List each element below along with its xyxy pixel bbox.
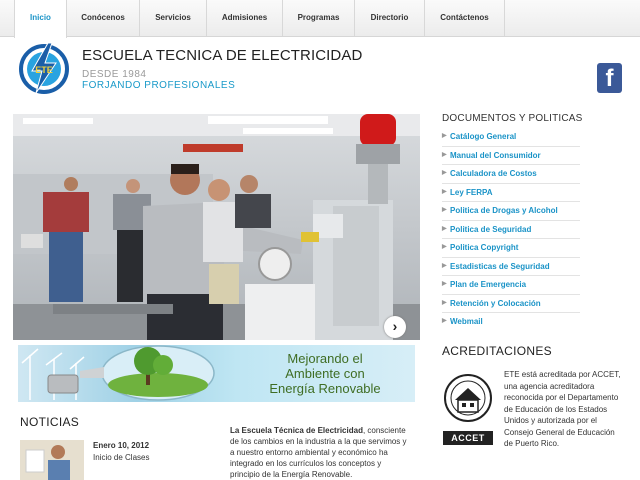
nav-item-conocenos[interactable]: Conócenos [67,0,140,36]
doc-link-label: Calculadora de Costos [450,169,537,178]
arrow-icon: ▶ [442,151,447,158]
doc-link-manual[interactable]: ▶ Manual del Consumidor [442,147,580,165]
facebook-icon[interactable]: f [597,63,622,93]
doc-link-label: Retención y Colocación [450,298,541,308]
school-name: ESCUELA TECNICA DE ELECTRICIDAD [82,47,363,64]
doc-link-estadisticas[interactable]: ▶ Estadisticas de Seguridad [442,258,580,276]
doc-link-label: Politica de Seguridad [450,224,532,234]
doc-link-label: Politica de Drogas y Alcohol [450,206,558,215]
nav-item-inicio[interactable]: Inicio [14,0,67,38]
since-text: DESDE 1984 [82,69,147,80]
chevron-right-icon: › [392,318,398,334]
accet-badge[interactable]: ACCET [443,431,493,445]
nav-item-servicios[interactable]: Servicios [140,0,207,36]
accreditation-text: ETE está acreditada por ACCET, una agenc… [504,370,621,448]
doc-link-emergencia[interactable]: ▶ Plan de Emergencia [442,276,580,295]
arrow-icon: ▶ [442,281,447,287]
news-headline[interactable]: Inicio de Clases [93,453,149,462]
banner-line-2: Ambiente con [285,366,365,381]
news-date: Enero 10, 2012 [93,441,150,450]
lightbulb-icon [21,345,215,401]
doc-link-seguridad[interactable]: ▶ Politica de Seguridad [442,221,580,239]
doc-link-ferpa[interactable]: ▶ Ley FERPA [442,184,580,202]
facebook-glyph: f [605,65,614,92]
doc-link-label: Webmail [450,317,483,326]
top-nav: Inicio Conócenos Servicios Admisiones Pr… [0,0,640,38]
hero-slideshow[interactable] [13,114,420,340]
nav-item-admisiones[interactable]: Admisiones [207,0,283,36]
intro-bold: La Escuela Técnica de Electricidad [230,426,363,435]
doc-link-webmail[interactable]: ▶ Webmail [442,313,580,331]
doc-link-label: Catálogo General [450,132,517,141]
arrow-icon: ▶ [442,133,447,139]
accreditation-title: ACREDITACIONES [442,344,552,358]
arrow-icon: ▶ [442,207,447,213]
arrow-icon: ▶ [442,299,447,306]
doc-link-label: Manual del Consumidor [450,150,541,160]
news-thumbnail[interactable] [20,440,84,480]
doc-link-label: Estadisticas de Seguridad [450,261,550,271]
nav-item-programas[interactable]: Programas [283,0,355,36]
arrow-icon: ▶ [442,318,447,324]
arrow-icon: ▶ [442,170,447,176]
doc-link-calculadora[interactable]: ▶ Calculadora de Costos [442,165,580,184]
documents-title: DOCUMENTOS Y POLITICAS [442,113,583,124]
doc-link-label: Politica Copyright [450,243,519,252]
nav-item-contactenos[interactable]: Contáctenos [425,0,505,36]
logo-text: ETE [35,65,53,75]
news-title: NOTICIAS [20,415,80,429]
banner-line-1: Mejorando el [287,351,363,366]
renewable-energy-banner[interactable]: Mejorando el Ambiente con Energía Renova… [18,345,415,402]
documents-list: ▶ Catálogo General ▶ Manual del Consumidor… [442,128,580,331]
doc-link-copyright[interactable]: ▶ Politica Copyright [442,239,580,258]
doc-link-catalogo[interactable]: ▶ Catálogo General [442,128,580,147]
slideshow-next-button[interactable]: › [384,316,406,338]
nav-item-directorio[interactable]: Directorio [355,0,425,36]
arrow-icon: ▶ [442,244,447,250]
arrow-icon: ▶ [442,225,447,232]
arrow-icon: ▶ [442,188,447,195]
doc-link-retencion[interactable]: ▶ Retención y Colocación [442,295,580,313]
school-logo[interactable]: ETE [18,41,70,95]
doc-link-drogas[interactable]: ▶ Politica de Drogas y Alcohol [442,202,580,221]
doc-link-label: Plan de Emergencia [450,280,527,289]
intro-paragraph: La Escuela Técnica de Electricidad, cons… [230,425,410,480]
arrow-icon: ▶ [442,262,447,269]
tagline: FORJANDO PROFESIONALES [82,80,236,91]
accreditation-seal-icon[interactable] [443,370,493,426]
doc-link-label: Ley FERPA [450,187,493,197]
banner-line-3: Energía Renovable [269,381,381,396]
